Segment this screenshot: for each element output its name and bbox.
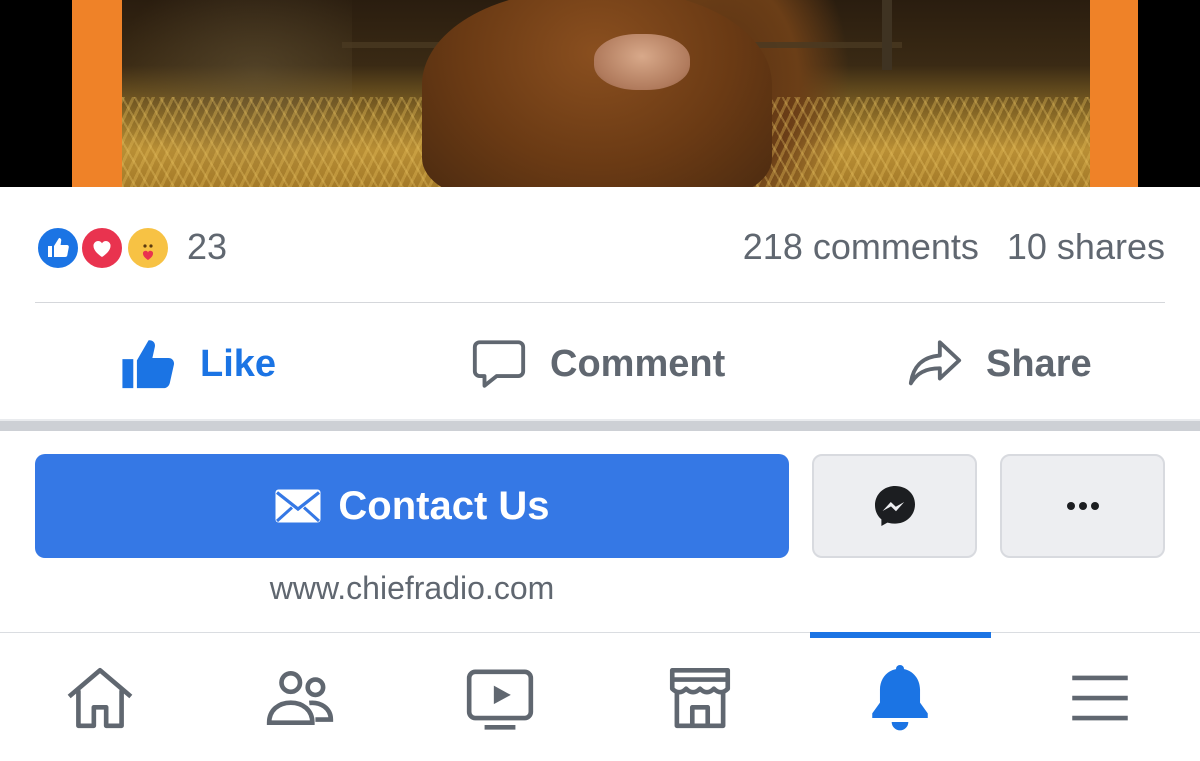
active-tab-indicator [810, 632, 991, 638]
like-label: Like [200, 342, 277, 385]
engagement-stats: 218 comments 10 shares [743, 227, 1165, 267]
share-label: Share [986, 342, 1092, 385]
tab-home[interactable] [50, 658, 150, 738]
tab-notifications[interactable] [850, 658, 950, 738]
shares-count[interactable]: 10 shares [1007, 226, 1165, 267]
envelope-icon [275, 489, 321, 523]
home-icon [67, 667, 133, 729]
comment-bubble-icon [472, 340, 526, 388]
section-separator [0, 419, 1200, 431]
comment-button[interactable]: Comment [470, 322, 725, 406]
care-reaction-icon [125, 225, 171, 271]
contact-us-button[interactable]: Contact Us [35, 454, 789, 558]
reaction-count[interactable]: 23 [187, 227, 227, 267]
marketplace-icon [669, 667, 731, 729]
highland-cow-photo [122, 0, 1090, 187]
messenger-icon [874, 486, 915, 526]
messenger-button[interactable] [812, 454, 977, 558]
post-actions: Like Comment Share [0, 322, 1200, 406]
comments-count[interactable]: 218 comments [743, 226, 979, 267]
thumbs-up-icon [122, 340, 175, 389]
reactions-divider [35, 302, 1165, 303]
love-reaction-icon [79, 225, 125, 271]
comment-label: Comment [550, 342, 726, 385]
watch-icon [466, 669, 534, 730]
share-arrow-icon [908, 340, 962, 386]
reaction-icons[interactable] [35, 225, 177, 271]
tab-friends[interactable] [250, 658, 350, 738]
tab-watch[interactable] [450, 658, 550, 738]
more-dots-icon [1066, 502, 1099, 510]
more-options-button[interactable] [1000, 454, 1165, 558]
share-button[interactable]: Share [906, 322, 1092, 406]
contact-us-label: Contact Us [338, 483, 550, 528]
tab-marketplace[interactable] [650, 658, 750, 738]
tabbar-divider [0, 632, 1200, 633]
website-link[interactable]: www.chiefradio.com [35, 568, 789, 608]
like-button[interactable]: Like [120, 322, 276, 406]
tab-menu[interactable] [1050, 658, 1150, 738]
reactions-summary[interactable]: 23 218 comments 10 shares [35, 224, 1165, 271]
hamburger-menu-icon [1072, 675, 1128, 721]
post-image[interactable] [0, 0, 1200, 187]
friends-icon [266, 671, 334, 725]
bell-icon [872, 665, 928, 731]
bottom-tab-bar [0, 640, 1200, 761]
like-reaction-icon [35, 225, 81, 271]
